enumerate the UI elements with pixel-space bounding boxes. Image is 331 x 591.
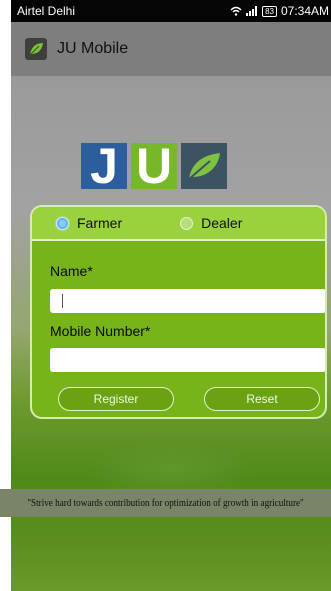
text-cursor	[62, 294, 63, 308]
radio-farmer-button[interactable]	[56, 216, 69, 230]
radio-dealer[interactable]: Dealer	[180, 215, 242, 231]
signal-icon	[246, 6, 258, 16]
logo-letter-j: J	[81, 143, 127, 189]
leaf-icon[interactable]	[25, 38, 47, 60]
reset-button[interactable]: Reset	[204, 387, 320, 411]
user-type-radio-group: Farmer Dealer	[32, 207, 325, 241]
radio-farmer[interactable]: Farmer	[56, 215, 122, 231]
status-icons: 83 07:34AM	[230, 4, 329, 18]
clock: 07:34AM	[280, 4, 329, 18]
mobile-number-label: Mobile Number*	[50, 323, 151, 339]
registration-form: Farmer Dealer Name* Mobile Number* Regis…	[30, 205, 327, 419]
leaf-icon	[181, 143, 227, 189]
tagline-text: "Strive hard towards contribution for op…	[27, 497, 304, 509]
wifi-icon	[230, 6, 242, 16]
carrier-name: Airtel Delhi	[17, 4, 76, 18]
status-bar: Airtel Delhi 83 07:34AM	[11, 0, 331, 22]
action-bar: JU Mobile	[11, 22, 331, 76]
tagline-banner: "Strive hard towards contribution for op…	[0, 489, 331, 517]
mobile-number-field[interactable]	[50, 348, 325, 372]
radio-dealer-label[interactable]: Dealer	[201, 215, 242, 231]
logo-letter-u: U	[131, 143, 177, 189]
radio-dealer-button[interactable]	[180, 216, 194, 230]
register-button[interactable]: Register	[58, 387, 174, 411]
name-label: Name*	[50, 263, 93, 279]
ju-logo: J U	[81, 143, 257, 189]
radio-farmer-label[interactable]: Farmer	[77, 215, 122, 231]
battery-icon: 83	[262, 5, 277, 17]
name-field[interactable]	[50, 289, 325, 313]
app-title: JU Mobile	[57, 40, 129, 57]
